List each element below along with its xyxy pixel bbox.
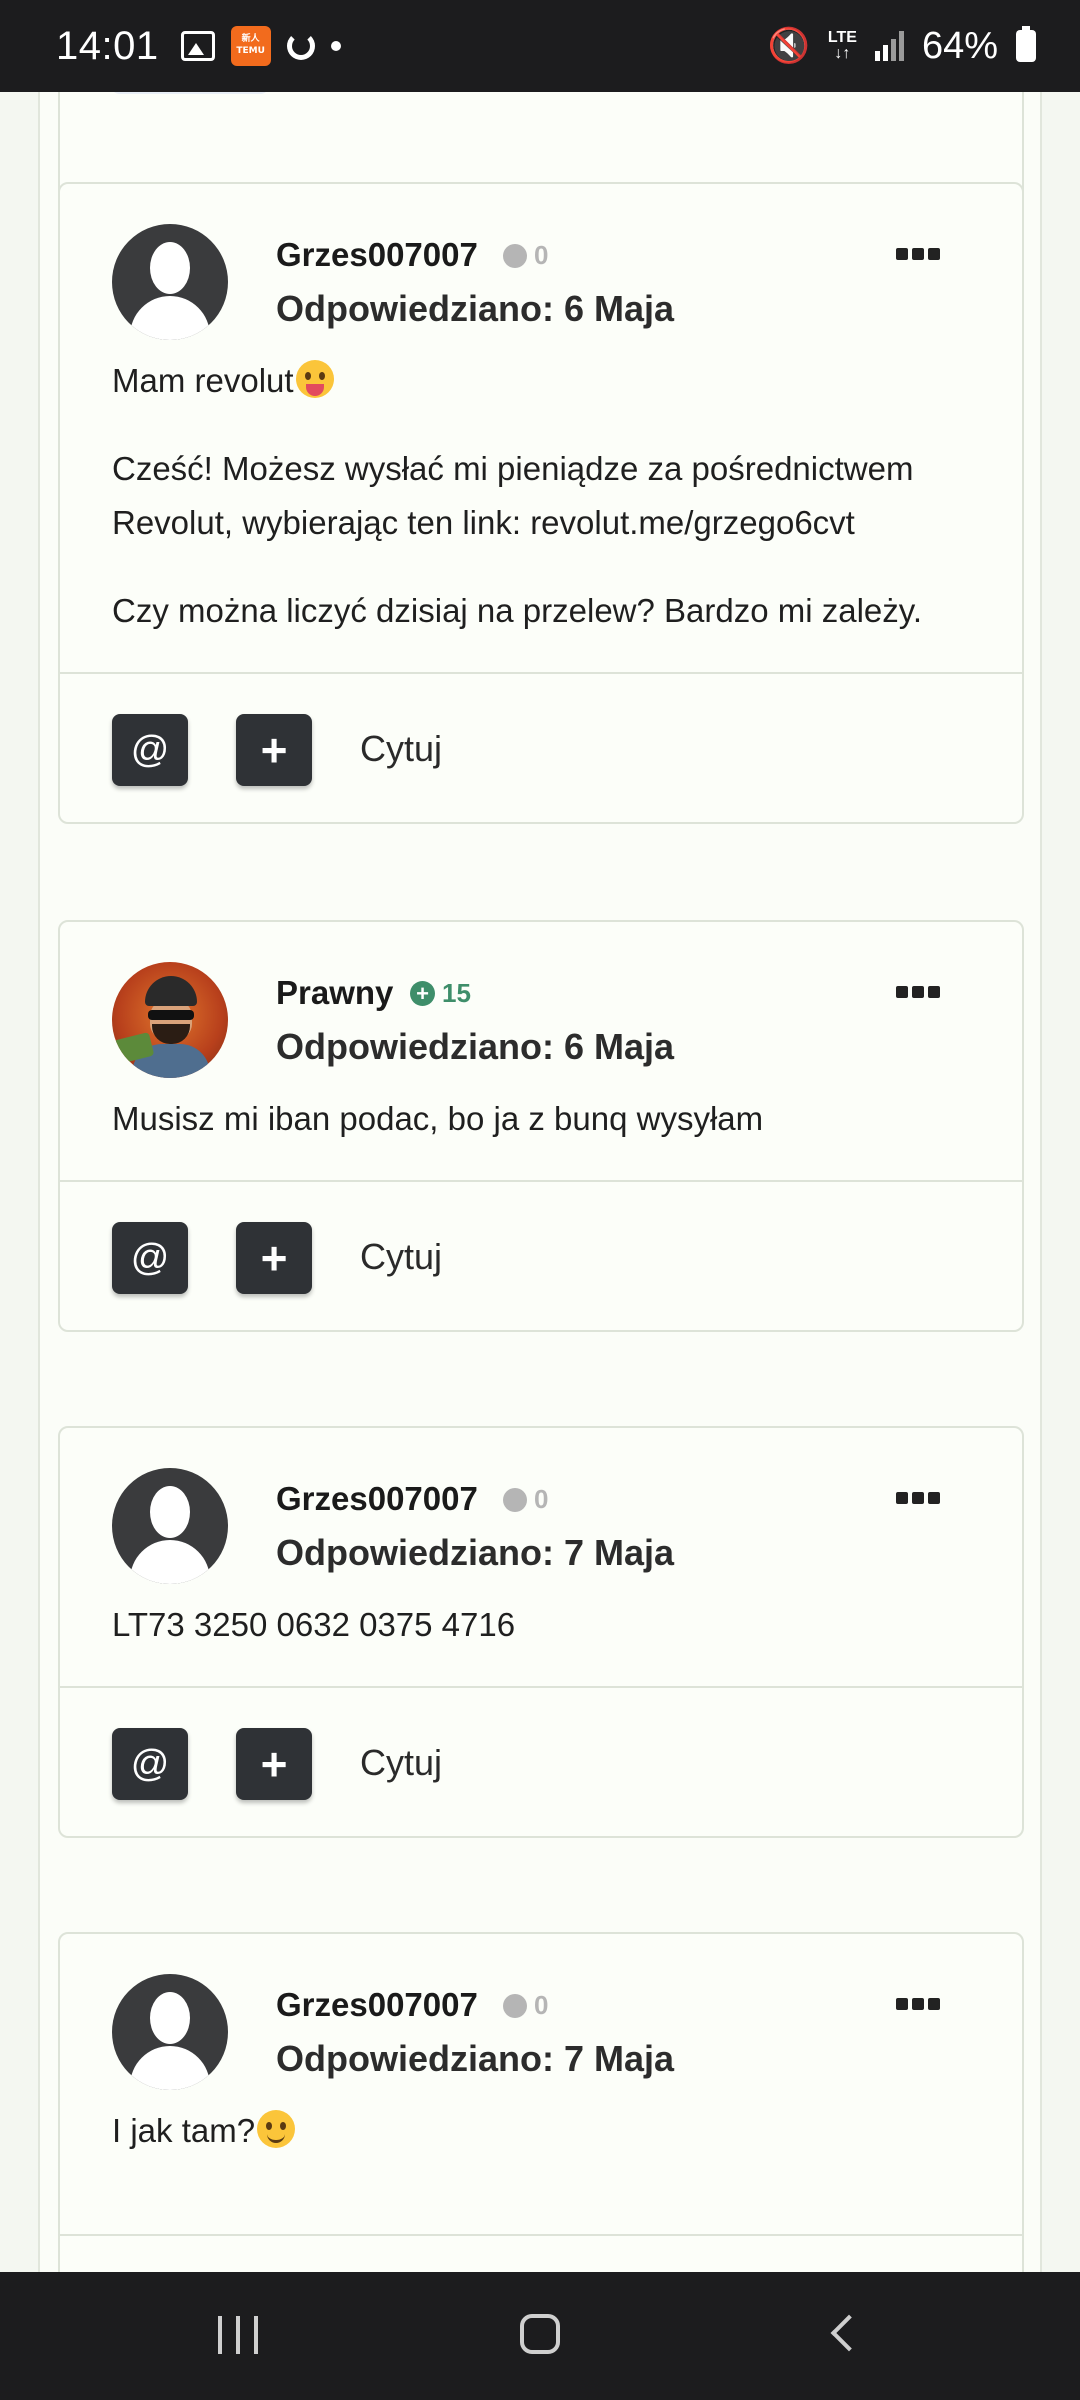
tongue-emoji-icon [295, 360, 334, 398]
reputation-plus-icon: + [410, 981, 435, 1006]
reputation-badge: 0 [503, 1484, 548, 1515]
wink-emoji-icon [257, 2110, 296, 2148]
avatar[interactable] [112, 1468, 228, 1584]
battery-percent: 64% [921, 24, 998, 67]
battery-icon [1016, 26, 1036, 62]
more-options-icon[interactable] [896, 1998, 940, 2010]
post-actions: @ + Cytuj [60, 1686, 1022, 1836]
mention-button[interactable]: @ [112, 1728, 188, 1800]
post-text: Musisz mi iban podac, bo ja z bunq wysył… [112, 1100, 764, 1137]
reputation-count: 15 [442, 978, 471, 1008]
quote-button[interactable]: Cytuj [360, 1742, 442, 1784]
network-label: LTE [827, 29, 857, 46]
reputation-count: 0 [534, 1484, 549, 1514]
post-date[interactable]: Odpowiedziano: 7 Maja [276, 2038, 674, 2080]
sync-icon [286, 32, 315, 60]
avatar[interactable] [112, 962, 228, 1078]
quote-button[interactable]: Cytuj [360, 1236, 442, 1278]
post-date[interactable]: Odpowiedziano: 7 Maja [276, 1532, 674, 1574]
back-icon[interactable] [830, 2314, 868, 2352]
reputation-neutral-icon [503, 1487, 527, 1512]
avatar[interactable] [112, 1974, 228, 2090]
signal-icon [874, 31, 904, 61]
topic-page[interactable]: Grzes007007 0 Odpowiedziano: 6 Maja Mam … [38, 92, 1042, 2272]
post-card: Grzes007007 0 Odpowiedziano: 6 Maja Mam … [58, 182, 1024, 824]
post-text: Czy można liczyć dzisiaj na przelew? Bar… [112, 592, 922, 629]
home-icon[interactable] [520, 2314, 560, 2354]
author-name[interactable]: Grzes007007 [276, 1986, 478, 2024]
reputation-neutral-icon [503, 1993, 527, 2018]
post-actions [60, 2234, 1022, 2272]
more-options-icon[interactable] [896, 1492, 940, 1504]
mention-button[interactable]: @ [112, 714, 188, 786]
reputation-badge: 0 [503, 1990, 548, 2021]
dot-icon [330, 41, 341, 51]
reputation-badge: 0 [503, 240, 548, 271]
author-name[interactable]: Prawny [276, 974, 393, 1012]
mute-icon: 🔇 [767, 27, 810, 65]
post-content: LT73 3250 0632 0375 4716 [60, 1598, 1022, 1652]
post-card: Prawny + 15 Odpowiedziano: 6 Maja Musisz… [58, 920, 1024, 1332]
quote-button[interactable]: Cytuj [360, 728, 442, 770]
reputation-badge: + 15 [410, 978, 471, 1009]
post-content: Musisz mi iban podac, bo ja z bunq wysył… [60, 1092, 1022, 1146]
author-name[interactable]: Grzes007007 [276, 236, 478, 274]
post-content: Mam revolut Cześć! Możesz wysłać mi pien… [60, 354, 1022, 638]
navigation-bar [0, 2272, 1080, 2400]
status-bar: 14:01 新人 TEMU 🔇 LTE ↓↑ 64% [0, 0, 1080, 92]
multiquote-button[interactable]: + [236, 1728, 312, 1800]
post-actions: @ + Cytuj [60, 1180, 1022, 1330]
more-options-icon[interactable] [896, 248, 940, 260]
image-icon [180, 31, 215, 61]
reputation-count: 0 [534, 240, 549, 270]
recents-icon[interactable] [218, 2316, 258, 2354]
status-time: 14:01 [56, 23, 159, 68]
post-text: Cześć! Możesz wysłać mi pieniądze za poś… [112, 450, 914, 541]
multiquote-button[interactable]: + [236, 714, 312, 786]
post-text: LT73 3250 0632 0375 4716 [112, 1606, 516, 1643]
author-name[interactable]: Grzes007007 [276, 1480, 478, 1518]
mention-button[interactable]: @ [112, 1222, 188, 1294]
post-text: I jak tam? [112, 2112, 256, 2149]
previous-post-button[interactable] [110, 92, 270, 94]
lte-icon: LTE ↓↑ [827, 29, 857, 62]
reputation-count: 0 [534, 1990, 549, 2020]
more-options-icon[interactable] [896, 986, 940, 998]
post-date[interactable]: Odpowiedziano: 6 Maja [276, 288, 674, 330]
post-actions: @ + Cytuj [60, 672, 1022, 822]
avatar[interactable] [112, 224, 228, 340]
post-text: Mam revolut [112, 362, 294, 399]
post-card: Grzes007007 0 Odpowiedziano: 7 Maja LT73… [58, 1426, 1024, 1838]
post-card: Grzes007007 0 Odpowiedziano: 7 Maja I ja… [58, 1932, 1024, 2272]
temu-app-icon: 新人 TEMU [230, 26, 271, 66]
reputation-neutral-icon [503, 243, 527, 268]
multiquote-button[interactable]: + [236, 1222, 312, 1294]
post-content: I jak tam? [60, 2104, 1022, 2158]
post-date[interactable]: Odpowiedziano: 6 Maja [276, 1026, 674, 1068]
